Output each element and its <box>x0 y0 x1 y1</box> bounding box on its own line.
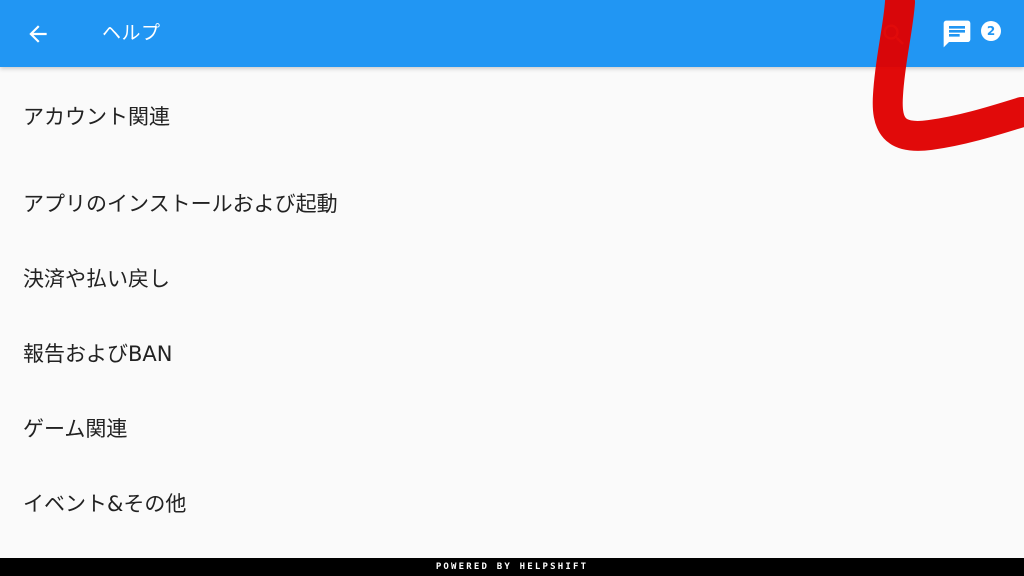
faq-section-install-launch[interactable]: アプリのインストールおよび起動 <box>0 165 1024 240</box>
search-button[interactable] <box>876 17 912 53</box>
back-button[interactable] <box>16 13 60 55</box>
search-icon <box>883 24 904 45</box>
footer-text: POWERED BY HELPSHIFT <box>435 562 589 572</box>
powered-by-footer: POWERED BY HELPSHIFT <box>0 558 1024 576</box>
conversation-button[interactable]: 2 <box>936 14 1006 54</box>
arrow-back-icon <box>29 25 47 43</box>
chat-icon <box>943 20 971 48</box>
faq-section-list: アカウント関連 アプリのインストールおよび起動 決済や払い戻し 報告およびBAN… <box>0 67 1024 541</box>
faq-section-events-other[interactable]: イベント&その他 <box>0 466 1024 541</box>
help-screen: ヘルプ 2 アカウント関連 アプリのインストールおよび起動 決済や払い戻し 報告… <box>0 0 1024 576</box>
faq-section-report-ban[interactable]: 報告およびBAN <box>0 315 1024 390</box>
faq-section-payment-refund[interactable]: 決済や払い戻し <box>0 240 1024 315</box>
faq-section-game[interactable]: ゲーム関連 <box>0 391 1024 466</box>
app-toolbar: ヘルプ 2 <box>0 0 1024 67</box>
faq-section-account[interactable]: アカウント関連 <box>0 67 1024 165</box>
unread-count-badge: 2 <box>981 21 1001 41</box>
page-title: ヘルプ <box>102 22 161 44</box>
